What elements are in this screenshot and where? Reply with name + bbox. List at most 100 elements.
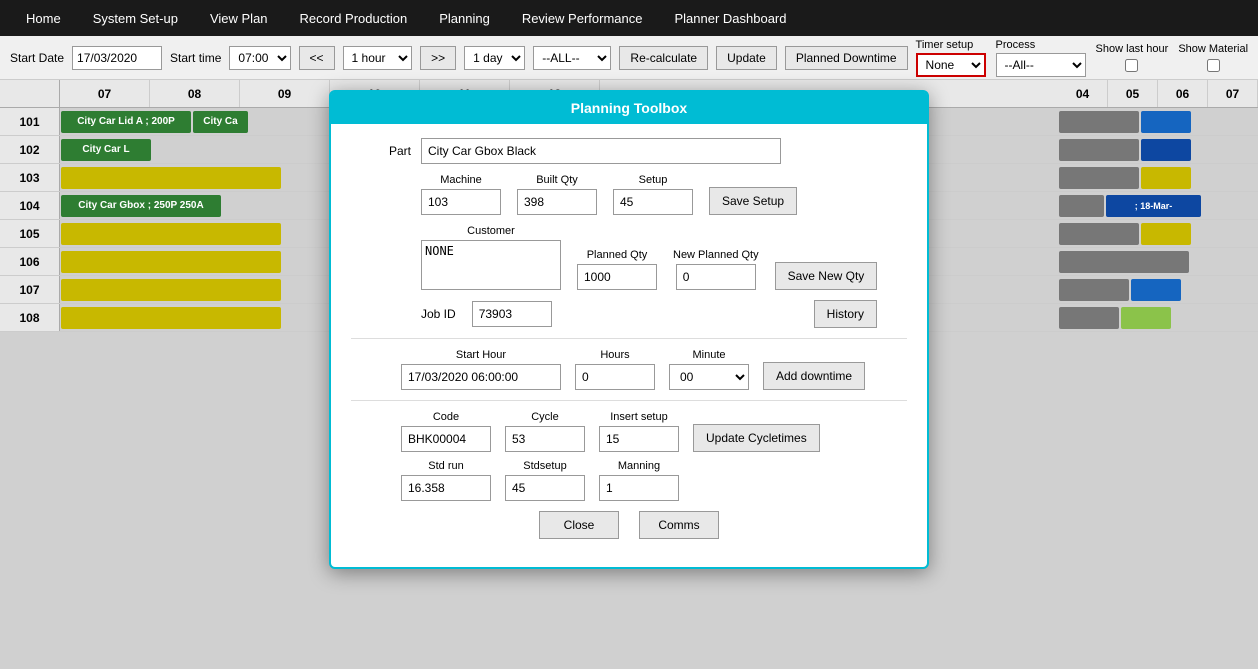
customer-row: Customer NONE Planned Qty New Planned Qt… xyxy=(421,225,907,290)
cycle-bottom-section: Std run Stdsetup Manning xyxy=(401,460,907,501)
insert-setup-input[interactable] xyxy=(599,426,679,452)
nav-planning[interactable]: Planning xyxy=(423,0,506,36)
divider-1 xyxy=(351,338,907,339)
built-qty-label: Built Qty xyxy=(536,174,578,186)
timer-setup-label: Timer setup xyxy=(916,39,974,51)
manning-input[interactable] xyxy=(599,475,679,501)
machine-row: Machine Built Qty Setup Save Setup xyxy=(421,174,907,215)
dialog-title: Planning Toolbox xyxy=(331,92,927,124)
std-run-group: Std run xyxy=(401,460,491,501)
close-button[interactable]: Close xyxy=(539,511,619,539)
minute-group: Minute 00 15 30 45 xyxy=(669,349,749,390)
start-hour-input[interactable] xyxy=(401,364,561,390)
day-select[interactable]: 1 day xyxy=(464,46,525,70)
save-new-qty-button[interactable]: Save New Qty xyxy=(775,262,878,290)
insert-setup-group: Insert setup xyxy=(599,411,679,452)
show-last-hour-label: Show last hour xyxy=(1096,43,1169,55)
dialog-footer: Close Comms xyxy=(351,501,907,553)
customer-group: Customer NONE xyxy=(421,225,561,290)
nav-record-production[interactable]: Record Production xyxy=(284,0,424,36)
minute-label: Minute xyxy=(692,349,725,361)
stdsetup-label: Stdsetup xyxy=(523,460,566,472)
manning-label: Manning xyxy=(618,460,660,472)
planned-downtime-button[interactable]: Planned Downtime xyxy=(785,46,908,70)
interval-select[interactable]: 1 hour xyxy=(343,46,413,70)
cycle-label: Cycle xyxy=(531,411,559,423)
cycle-input[interactable] xyxy=(505,426,585,452)
job-id-row: Job ID History xyxy=(421,300,907,328)
start-time-label: Start time xyxy=(170,51,221,65)
machine-group: Machine xyxy=(421,174,501,215)
stdsetup-group: Stdsetup xyxy=(505,460,585,501)
nav-system-setup[interactable]: System Set-up xyxy=(77,0,194,36)
history-button[interactable]: History xyxy=(814,300,877,328)
start-hour-label: Start Hour xyxy=(456,349,506,361)
customer-label: Customer xyxy=(467,225,515,237)
downtime-section: Start Hour Hours Minute 00 15 30 45 xyxy=(401,349,907,390)
filter-select[interactable]: --ALL-- xyxy=(533,46,611,70)
job-id-input[interactable] xyxy=(472,301,552,327)
update-button[interactable]: Update xyxy=(716,46,777,70)
code-input[interactable] xyxy=(401,426,491,452)
show-material-checkbox[interactable] xyxy=(1207,59,1220,72)
stdsetup-input[interactable] xyxy=(505,475,585,501)
timer-select[interactable]: None xyxy=(916,53,986,77)
code-label: Code xyxy=(433,411,459,423)
add-downtime-button[interactable]: Add downtime xyxy=(763,362,865,390)
next-button[interactable]: >> xyxy=(420,46,456,70)
nav-review-performance[interactable]: Review Performance xyxy=(506,0,659,36)
main-content: 07 08 09 10 11 12 101 City Car Lid A ; 2… xyxy=(0,80,1258,669)
job-id-label: Job ID xyxy=(421,307,456,321)
machine-input[interactable] xyxy=(421,189,501,215)
show-last-hour-checkbox[interactable] xyxy=(1125,59,1138,72)
code-group: Code xyxy=(401,411,491,452)
nav-view-plan[interactable]: View Plan xyxy=(194,0,284,36)
update-cycletimes-button[interactable]: Update Cycletimes xyxy=(693,424,820,452)
save-setup-button[interactable]: Save Setup xyxy=(709,187,797,215)
show-material-group: Show Material xyxy=(1178,43,1248,72)
timer-group: Timer setup None xyxy=(916,39,986,77)
comms-button[interactable]: Comms xyxy=(639,511,719,539)
machine-label: Machine xyxy=(440,174,482,186)
cycle-top-section: Code Cycle Insert setup Update Cycletime… xyxy=(401,411,907,452)
show-material-label: Show Material xyxy=(1178,43,1248,55)
process-label: Process xyxy=(996,39,1036,51)
dialog-body: Part Machine Built Qty Setup xyxy=(331,124,927,567)
toolbar: Start Date Start time 07:00 << 1 hour >>… xyxy=(0,36,1258,80)
built-qty-group: Built Qty xyxy=(517,174,597,215)
setup-input[interactable] xyxy=(613,189,693,215)
navigation-bar: Home System Set-up View Plan Record Prod… xyxy=(0,0,1258,36)
std-run-input[interactable] xyxy=(401,475,491,501)
start-time-select[interactable]: 07:00 xyxy=(229,46,290,70)
process-group: Process --All-- xyxy=(996,39,1086,77)
insert-setup-label: Insert setup xyxy=(610,411,667,423)
minute-select[interactable]: 00 15 30 45 xyxy=(669,364,749,390)
hours-input[interactable] xyxy=(575,364,655,390)
show-last-hour-group: Show last hour xyxy=(1096,43,1169,72)
start-hour-group: Start Hour xyxy=(401,349,561,390)
planned-qty-group: Planned Qty xyxy=(577,249,657,290)
hours-label: Hours xyxy=(600,349,629,361)
process-select[interactable]: --All-- xyxy=(996,53,1086,77)
nav-home[interactable]: Home xyxy=(10,0,77,36)
built-qty-input[interactable] xyxy=(517,189,597,215)
setup-label: Setup xyxy=(639,174,668,186)
recalculate-button[interactable]: Re-calculate xyxy=(619,46,708,70)
nav-planner-dashboard[interactable]: Planner Dashboard xyxy=(658,0,802,36)
start-date-input[interactable] xyxy=(72,46,162,70)
customer-textarea[interactable]: NONE xyxy=(421,240,561,290)
part-label: Part xyxy=(351,144,411,158)
part-row: Part xyxy=(351,138,907,164)
part-input[interactable] xyxy=(421,138,781,164)
new-planned-qty-label: New Planned Qty xyxy=(673,249,759,261)
new-planned-qty-input[interactable] xyxy=(676,264,756,290)
prev-button[interactable]: << xyxy=(299,46,335,70)
planning-toolbox-dialog: Planning Toolbox Part Machine Built Qty xyxy=(329,90,929,569)
start-date-label: Start Date xyxy=(10,51,64,65)
manning-group: Manning xyxy=(599,460,679,501)
std-run-label: Std run xyxy=(428,460,463,472)
planned-qty-input[interactable] xyxy=(577,264,657,290)
setup-group: Setup xyxy=(613,174,693,215)
cycle-group: Cycle xyxy=(505,411,585,452)
new-planned-qty-group: New Planned Qty xyxy=(673,249,759,290)
